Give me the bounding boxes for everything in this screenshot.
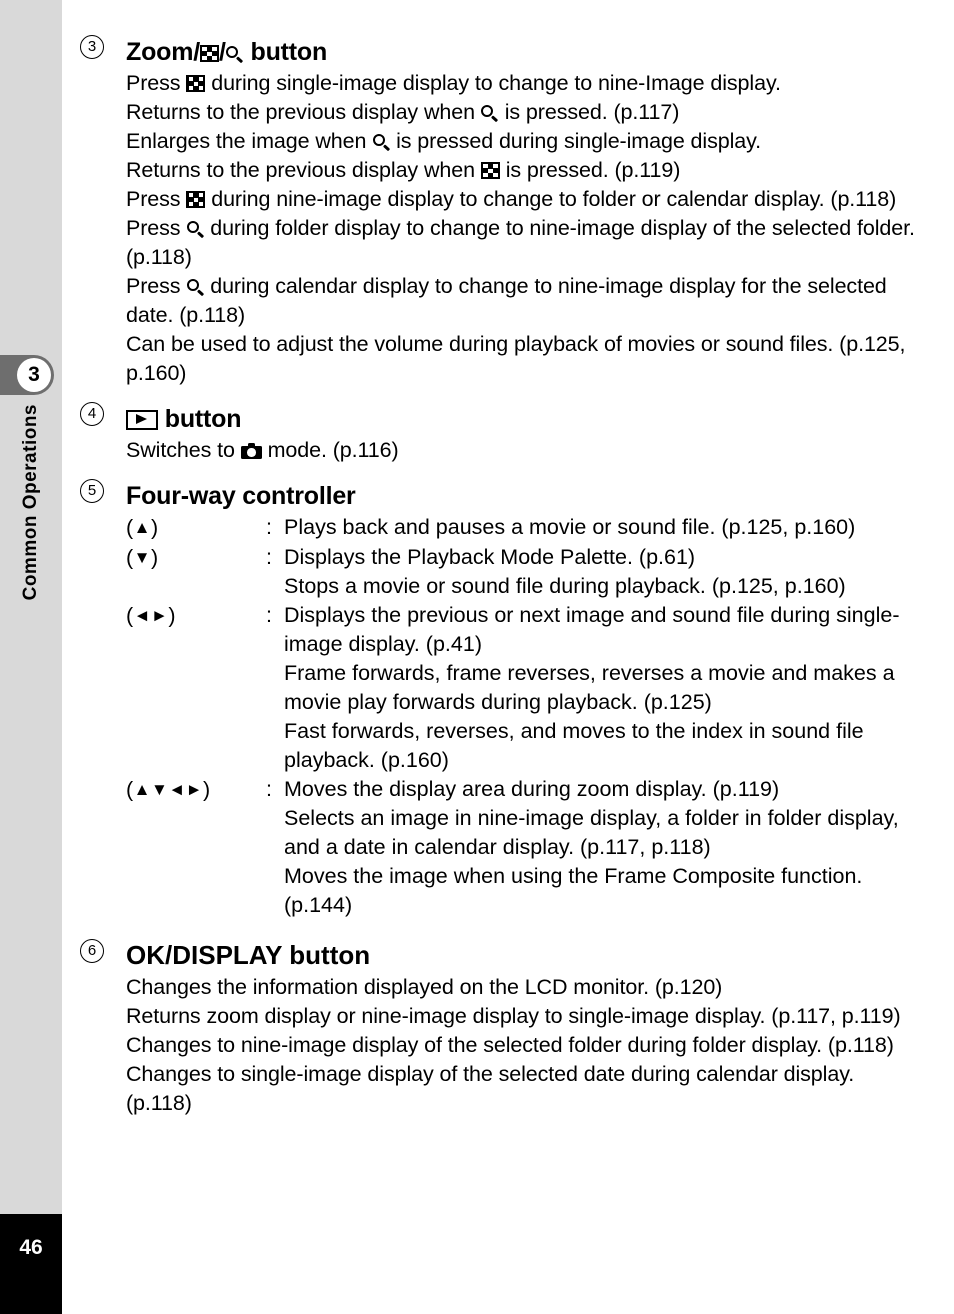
list-marker-label: 3	[87, 38, 97, 55]
controller-key-left-right: (◄►)	[126, 603, 176, 627]
list-marker-label: 5	[87, 482, 97, 499]
magnifier-icon	[186, 278, 204, 297]
page-number-block: 46	[0, 1214, 62, 1314]
desc-line: Displays the Playback Mode Palette. (p.6…	[284, 544, 696, 569]
entry-title-prefix: Zoom/	[126, 38, 200, 66]
nine-image-icon	[186, 75, 206, 92]
arrow-down-glyph: ▼	[133, 547, 151, 567]
entry-title: Four-way controller	[126, 482, 356, 510]
entry-body: Switches to mode. (p.116)	[126, 436, 924, 465]
row-colon: :	[266, 776, 272, 801]
body-line: Press during nine-image display to chang…	[126, 187, 897, 211]
desc-line: Fast forwards, reverses, and moves to th…	[284, 718, 864, 772]
playback-mode-icon	[126, 410, 158, 430]
chapter-number-badge: 3	[17, 358, 51, 392]
controller-key-up: (▲)	[126, 515, 159, 540]
nine-image-icon	[186, 191, 206, 208]
row-description: Displays the Playback Mode Palette. (p.6…	[284, 543, 924, 601]
list-marker-label: 6	[87, 941, 97, 959]
body-line: Returns to the previous display when is …	[126, 100, 680, 124]
entry-body: Press during single-image display to cha…	[126, 69, 924, 388]
body-line: Press during folder display to change to…	[126, 216, 915, 269]
list-marker-label: 4	[87, 405, 97, 422]
desc-line: Plays back and pauses a movie or sound f…	[284, 515, 856, 539]
controller-key-table: (▲) : Plays back and pauses a movie or s…	[126, 513, 924, 920]
body-line: Returns to the previous display when is …	[126, 158, 681, 182]
list-marker-6: 6	[80, 938, 110, 964]
controller-row-left-right: (◄►) : Displays the previous or next ima…	[126, 601, 924, 775]
magnifier-icon	[186, 220, 204, 239]
entry-heading: 4 button	[80, 402, 924, 434]
entry-zoom-button: 3 Zoom/ / button Press during single-imag…	[80, 35, 924, 388]
arrow-all-glyph: ▲▼◄►	[133, 779, 203, 799]
entry-four-way-controller: 5 Four-way controller (▲) : Plays back a…	[80, 479, 924, 920]
body-line: Press during calendar display to change …	[126, 274, 887, 327]
chapter-title-vertical: Common Operations	[0, 404, 62, 734]
controller-key-down: (▼)	[126, 545, 159, 569]
entry-heading: 3 Zoom/ / button	[80, 35, 924, 67]
chapter-sidebar: 3 Common Operations 46	[0, 0, 62, 1314]
nine-image-icon	[200, 45, 219, 62]
entry-title: Zoom/ / button	[126, 38, 327, 67]
body-line: Returns zoom display or nine-image displ…	[126, 1003, 901, 1028]
entry-title-suffix: button	[158, 405, 242, 433]
controller-key-all-directions: (▲▼◄►)	[126, 777, 211, 801]
desc-line: Moves the display area during zoom displ…	[284, 776, 780, 801]
row-colon: :	[266, 515, 272, 539]
entry-title-main: OK/DISPLAY	[126, 939, 283, 970]
desc-line: Displays the previous or next image and …	[284, 602, 900, 656]
entry-playback-button: 4 button Switches to mode. (p.116)	[80, 402, 924, 465]
desc-line: Frame forwards, frame reverses, reverses…	[284, 660, 895, 714]
body-line: Switches to mode. (p.116)	[126, 438, 399, 462]
entry-ok-display-button: 6 OK/DISPLAY button Changes the informat…	[80, 938, 924, 1118]
body-line: Press during single-image display to cha…	[126, 71, 781, 95]
entry-title-suffix: button	[243, 38, 328, 66]
row-description: Moves the display area during zoom displ…	[284, 775, 924, 920]
entry-title-separator: /	[219, 38, 226, 66]
entry-body: Changes the information displayed on the…	[126, 973, 924, 1118]
page-number: 46	[19, 1236, 43, 1259]
chapter-tab: 3	[0, 355, 54, 395]
row-description: Plays back and pauses a movie or sound f…	[284, 513, 924, 542]
body-line: Changes the information displayed on the…	[126, 974, 723, 999]
entry-title: OK/DISPLAY button	[126, 940, 370, 971]
desc-line: Moves the image when using the Frame Com…	[284, 863, 863, 917]
controller-row-down: (▼) : Displays the Playback Mode Palette…	[126, 543, 924, 601]
magnifier-icon	[226, 45, 244, 64]
body-line: Enlarges the image when is pressed durin…	[126, 129, 762, 153]
entry-heading: 5 Four-way controller	[80, 479, 924, 511]
row-description: Displays the previous or next image and …	[284, 601, 924, 775]
list-marker-4: 4	[80, 402, 110, 427]
nine-image-icon	[480, 162, 500, 179]
magnifier-icon	[372, 133, 390, 152]
entry-title: button	[126, 405, 241, 434]
chapter-title-text: Common Operations	[20, 404, 41, 601]
desc-line: Stops a movie or sound file during playb…	[284, 573, 846, 598]
controller-row-up: (▲) : Plays back and pauses a movie or s…	[126, 513, 924, 543]
body-line: Changes to nine-image display of the sel…	[126, 1032, 894, 1057]
list-marker-3: 3	[80, 35, 110, 60]
body-line: Changes to single-image display of the s…	[126, 1061, 855, 1115]
entry-heading: 6 OK/DISPLAY button	[80, 938, 924, 971]
entry-title-suffix: button	[282, 939, 371, 970]
magnifier-icon	[481, 104, 499, 123]
row-colon: :	[266, 602, 272, 627]
controller-row-all-directions: (▲▼◄►) : Moves the display area during z…	[126, 775, 924, 920]
desc-line: Selects an image in nine-image display, …	[284, 805, 899, 859]
row-colon: :	[266, 544, 272, 569]
arrow-up-glyph: ▲	[133, 518, 151, 537]
body-line: Can be used to adjust the volume during …	[126, 332, 906, 385]
camera-mode-icon	[240, 443, 262, 459]
page-content: 3 Zoom/ / button Press during single-imag…	[62, 0, 954, 1118]
list-marker-5: 5	[80, 479, 110, 504]
arrow-left-right-glyph: ◄►	[133, 605, 169, 625]
